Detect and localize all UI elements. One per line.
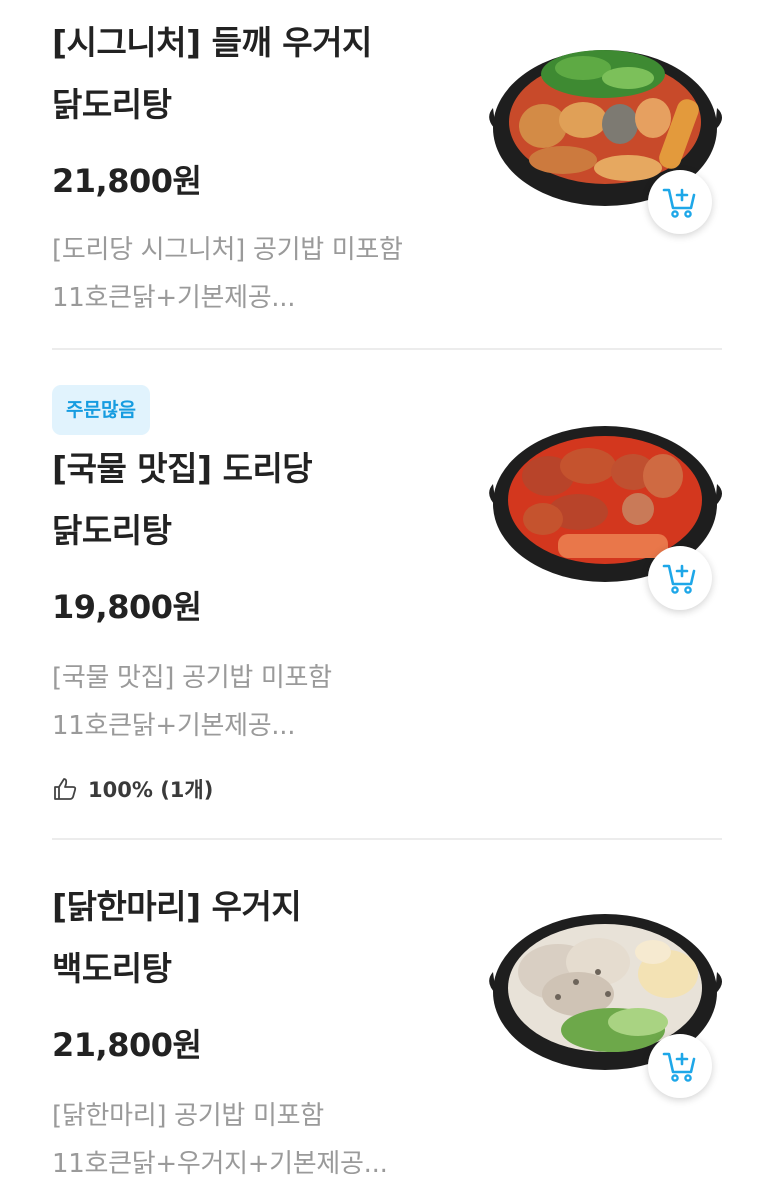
add-to-cart-button[interactable] bbox=[648, 1034, 712, 1098]
popular-badge: 주문많음 bbox=[52, 385, 150, 435]
description-line: [국물 맛집] 공기밥 미포함 bbox=[52, 663, 332, 693]
rating: 100% (1개) bbox=[52, 774, 213, 804]
description-line: 11호큰닭+기본제공... bbox=[52, 711, 296, 741]
add-to-cart-button[interactable] bbox=[648, 546, 712, 610]
menu-item-title: [닭한마리] 우거지 백도리탕 bbox=[52, 876, 472, 1000]
title-line: [닭한마리] 우거지 bbox=[52, 887, 302, 926]
title-line: 닭도리탕 bbox=[52, 511, 172, 550]
menu-item-price: 19,800원 bbox=[52, 588, 202, 626]
add-to-cart-button[interactable] bbox=[648, 170, 712, 234]
title-line: 닭도리탕 bbox=[52, 85, 172, 124]
menu-item-price: 21,800원 bbox=[52, 1026, 202, 1064]
menu-item-description: [닭한마리] 공기밥 미포함 11호큰닭+우거지+기본제공... bbox=[52, 1092, 482, 1188]
description-line: 11호큰닭+우거지+기본제공... bbox=[52, 1149, 388, 1179]
menu-item-title: [국물 맛집] 도리당 닭도리탕 bbox=[52, 438, 472, 562]
description-line: 11호큰닭+기본제공... bbox=[52, 283, 296, 313]
menu-item-description: [국물 맛집] 공기밥 미포함 11호큰닭+기본제공... bbox=[52, 654, 482, 750]
title-line: 백도리탕 bbox=[52, 949, 172, 988]
menu-item[interactable]: [닭한마리] 우거지 백도리탕 21,800원 [닭한마리] 공기밥 미포함 1… bbox=[0, 840, 773, 1201]
description-line: [닭한마리] 공기밥 미포함 bbox=[52, 1101, 324, 1131]
title-line: [시그니처] 들깨 우거지 bbox=[52, 23, 372, 62]
menu-item-price: 21,800원 bbox=[52, 162, 202, 200]
menu-item[interactable]: 주문많음 [국물 맛집] 도리당 닭도리탕 19,800원 [국물 맛집] 공기… bbox=[0, 350, 773, 840]
menu-item-title: [시그니처] 들깨 우거지 닭도리탕 bbox=[52, 12, 472, 136]
menu-item-description: [도리당 시그니처] 공기밥 미포함 11호큰닭+기본제공... bbox=[52, 226, 482, 322]
rating-text: 100% (1개) bbox=[88, 778, 214, 802]
cart-add-icon bbox=[662, 184, 698, 220]
cart-add-icon bbox=[662, 1048, 698, 1084]
title-line: [국물 맛집] 도리당 bbox=[52, 449, 313, 488]
description-line: [도리당 시그니처] 공기밥 미포함 bbox=[52, 235, 403, 265]
menu-item[interactable]: [시그니처] 들깨 우거지 닭도리탕 21,800원 [도리당 시그니처] 공기… bbox=[0, 0, 773, 350]
thumbs-up-icon bbox=[54, 778, 77, 800]
cart-add-icon bbox=[662, 560, 698, 596]
